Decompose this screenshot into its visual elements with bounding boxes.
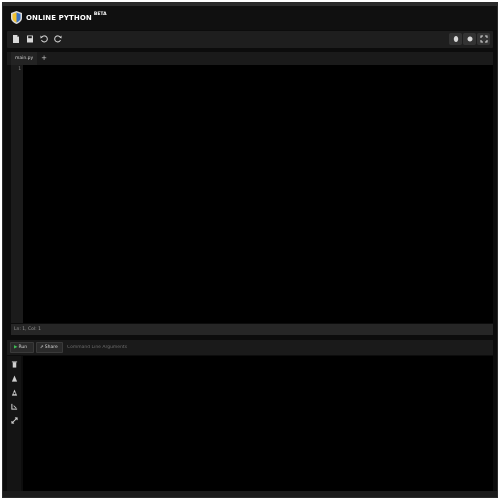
add-tab-button[interactable]: + bbox=[39, 52, 49, 65]
logo[interactable]: ONLINE PYTHON BETA bbox=[11, 11, 107, 24]
tab-bar: main.py + bbox=[7, 52, 493, 65]
status-bar: Ln: 1, Col: 1 bbox=[11, 324, 493, 335]
paste-icon[interactable] bbox=[10, 389, 19, 398]
console-panel bbox=[7, 356, 493, 491]
console-output[interactable] bbox=[23, 356, 493, 491]
toolbar-left bbox=[10, 33, 66, 45]
line-number: 1 bbox=[18, 67, 21, 72]
tab-main-py[interactable]: main.py bbox=[11, 52, 38, 65]
share-icon: ⇗ bbox=[40, 345, 44, 350]
play-icon: ▶ bbox=[14, 345, 18, 350]
bottom-edge bbox=[3, 491, 497, 497]
command-line-arguments-input[interactable] bbox=[65, 342, 490, 353]
font-size-icon[interactable] bbox=[10, 403, 19, 412]
undo-icon[interactable] bbox=[38, 33, 50, 45]
line-gutter: 1 bbox=[11, 65, 23, 323]
logo-text: ONLINE PYTHON bbox=[26, 13, 92, 22]
beta-badge: BETA bbox=[93, 12, 107, 17]
run-button[interactable]: ▶Run bbox=[10, 342, 34, 353]
header: ONLINE PYTHON BETA bbox=[3, 6, 497, 30]
run-bar: ▶Run ⇗Share bbox=[7, 340, 493, 355]
file-icon[interactable] bbox=[10, 33, 22, 45]
upload-icon[interactable] bbox=[449, 33, 462, 45]
expand-icon[interactable] bbox=[10, 417, 19, 426]
python-shield-icon bbox=[11, 11, 22, 24]
toolbar-right bbox=[449, 33, 491, 45]
code-editor[interactable]: 1 bbox=[11, 65, 493, 323]
toolbar bbox=[7, 31, 493, 48]
share-label: Share bbox=[44, 345, 58, 350]
download-icon[interactable] bbox=[463, 33, 476, 45]
share-button[interactable]: ⇗Share bbox=[36, 342, 63, 353]
clear-icon[interactable] bbox=[10, 361, 19, 370]
run-label: Run bbox=[18, 345, 28, 350]
save-icon[interactable] bbox=[24, 33, 36, 45]
fullscreen-icon[interactable] bbox=[477, 33, 490, 45]
console-toolbar bbox=[7, 356, 21, 491]
redo-icon[interactable] bbox=[52, 33, 64, 45]
app-window: ONLINE PYTHON BETA main.py + 1 Ln: 1, Co… bbox=[2, 2, 498, 498]
copy-icon[interactable] bbox=[10, 375, 19, 384]
